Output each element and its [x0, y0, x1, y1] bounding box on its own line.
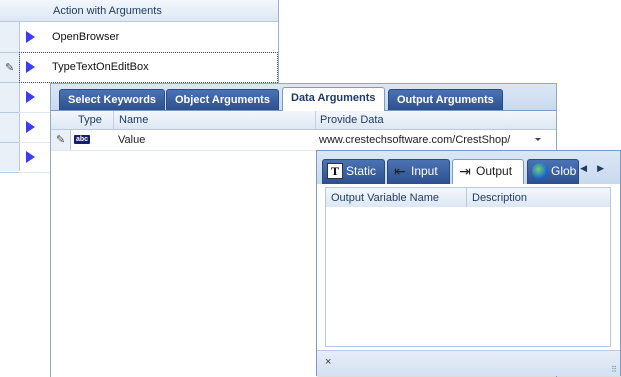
tab-static[interactable]: T Static [322, 159, 385, 184]
action-label: TypeTextOnEditBox [52, 61, 149, 73]
column-description[interactable]: Description [472, 192, 527, 204]
globe-icon [532, 162, 548, 179]
static-text-icon: T [327, 162, 343, 179]
column-name[interactable]: Name [119, 114, 148, 126]
row-selector[interactable] [0, 112, 19, 143]
row-selector[interactable]: ✎ [0, 52, 19, 83]
column-provide-data[interactable]: Provide Data [320, 114, 384, 126]
tab-output[interactable]: ⇥ Output [452, 159, 524, 184]
tab-global[interactable]: Glob [527, 159, 579, 184]
tab-data-arguments[interactable]: Data Arguments [282, 87, 385, 111]
data-source-popup: T Static ⇤ Input ⇥ Output Glob ◀▶ Output Va… [316, 150, 621, 376]
action-row[interactable]: TypeTextOnEditBox [19, 52, 278, 83]
tab-output-arguments[interactable]: Output Arguments [388, 89, 503, 110]
edit-pencil-icon: ✎ [5, 62, 15, 74]
row-selector[interactable] [0, 142, 19, 173]
header-action-with-arguments: Action with Arguments [53, 5, 162, 17]
expand-arrow-icon[interactable] [26, 91, 35, 103]
column-type[interactable]: Type [78, 114, 102, 126]
output-grid-header: Output Variable Name Description [325, 187, 611, 208]
edit-pencil-icon: ✎ [56, 134, 66, 146]
action-label: OpenBrowser [52, 31, 120, 43]
arguments-tabstrip: Select Keywords Object Arguments Data Ar… [51, 84, 556, 111]
popup-tabstrip: T Static ⇤ Input ⇥ Output Glob ◀▶ [317, 151, 620, 184]
grid-header: Action with Arguments [0, 0, 278, 22]
dropdown-arrow-icon[interactable] [535, 138, 541, 141]
abc-type-icon: abc [74, 135, 90, 144]
expand-arrow-icon[interactable] [26, 31, 35, 43]
close-icon[interactable]: × [325, 356, 331, 368]
data-arg-row[interactable]: ✎ abc Value www.crestechsoftware.com/Cre… [51, 130, 556, 151]
row-selector[interactable]: ✎ [51, 130, 71, 150]
tab-scroll-arrows[interactable]: ◀▶ [580, 163, 614, 174]
expand-arrow-icon[interactable] [26, 61, 35, 73]
expand-arrow-icon[interactable] [26, 151, 35, 163]
popup-footer: × ⠿ [317, 350, 620, 376]
tab-object-arguments[interactable]: Object Arguments [166, 89, 279, 110]
column-output-variable-name[interactable]: Output Variable Name [331, 192, 439, 204]
input-icon: ⇤ [394, 162, 406, 179]
tab-input[interactable]: ⇤ Input [387, 159, 450, 184]
data-args-header: Type Name Provide Data [51, 111, 556, 130]
output-icon: ⇥ [459, 162, 471, 179]
action-row[interactable]: OpenBrowser [19, 22, 278, 53]
output-grid-body[interactable] [325, 207, 611, 347]
row-selector[interactable] [0, 82, 19, 113]
expand-arrow-icon[interactable] [26, 121, 35, 133]
provide-data-value[interactable]: www.crestechsoftware.com/CrestShop/ [319, 134, 510, 146]
row-selector[interactable] [0, 22, 19, 53]
arg-name: Value [118, 134, 146, 146]
tab-select-keywords[interactable]: Select Keywords [59, 89, 166, 110]
resize-grip-icon[interactable]: ⠿ [611, 366, 617, 374]
